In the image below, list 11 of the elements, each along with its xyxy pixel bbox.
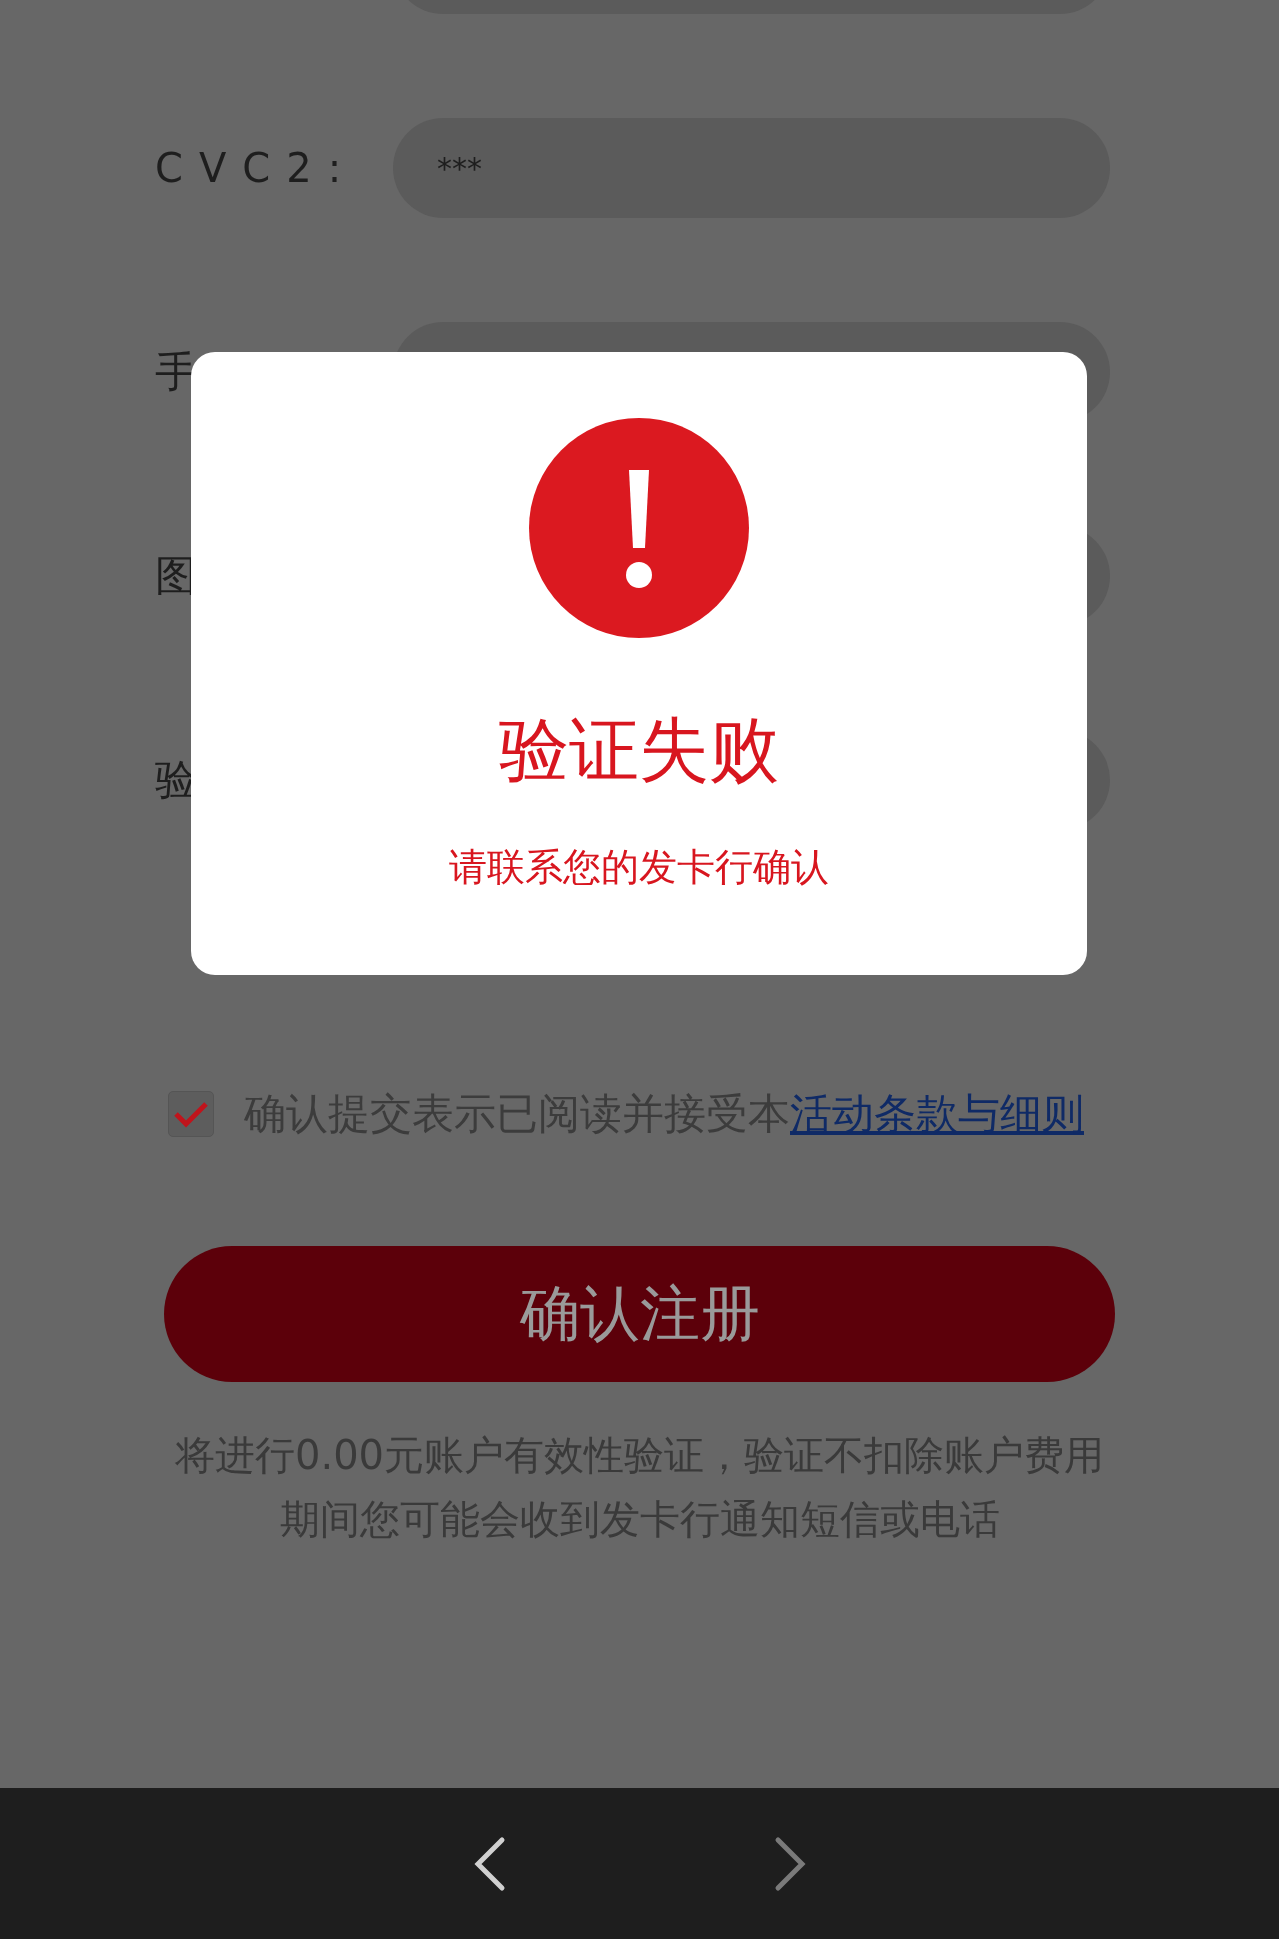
field-label: 手 xyxy=(155,346,198,398)
check-icon xyxy=(173,1100,209,1128)
register-button[interactable]: 确认注册 xyxy=(164,1246,1115,1382)
field-label: CVC2: xyxy=(155,145,359,191)
exclamation-icon xyxy=(529,418,749,638)
field-label: 验 xyxy=(155,754,198,806)
dialog-message: 请联系您的发卡行确认 xyxy=(449,844,829,891)
terms-link[interactable]: 活动条款与细则 xyxy=(790,1086,1084,1142)
input-field[interactable]: *** xyxy=(393,118,1110,218)
checkbox[interactable] xyxy=(168,1091,214,1137)
dialog-title: 验证失败 xyxy=(499,708,779,793)
